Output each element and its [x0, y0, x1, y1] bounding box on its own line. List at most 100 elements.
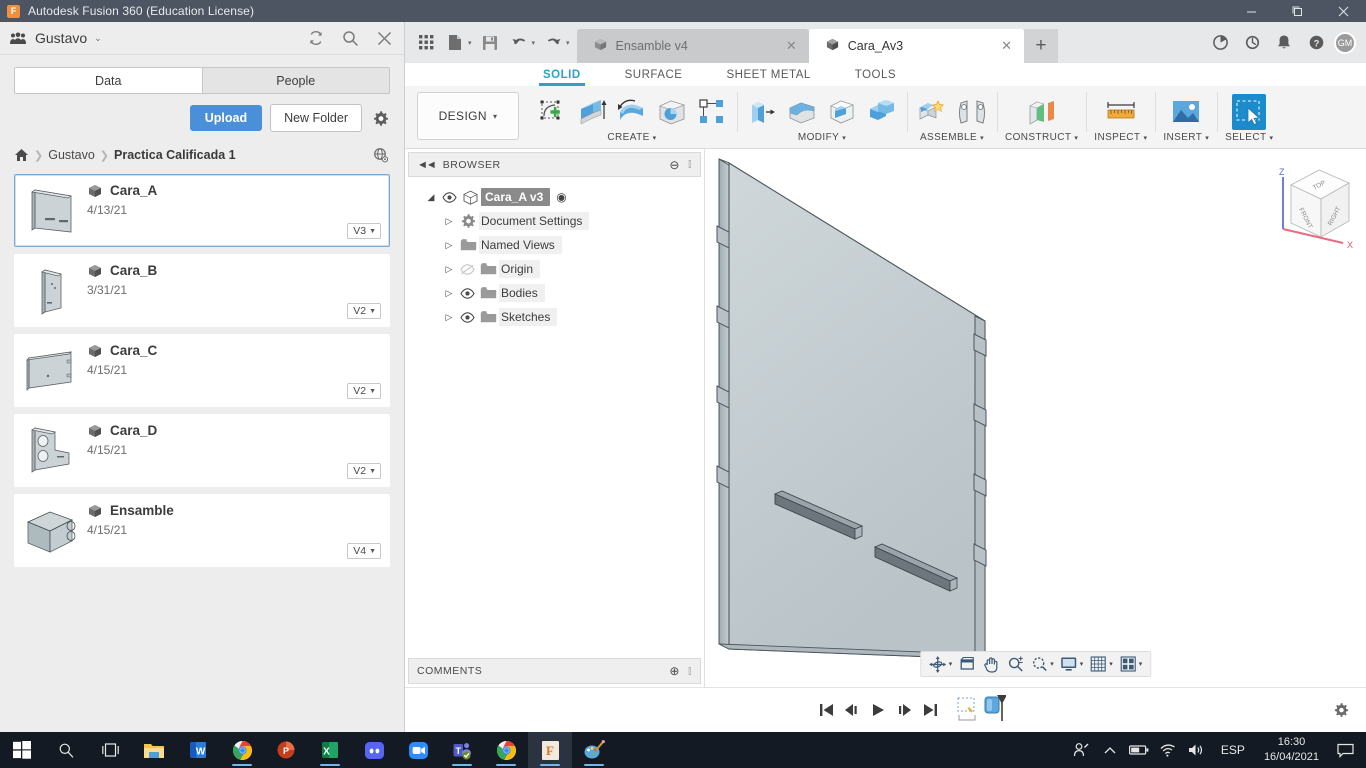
- fusion360-icon[interactable]: F: [528, 732, 572, 768]
- chrome2-icon[interactable]: [484, 732, 528, 768]
- chevron-down-icon[interactable]: ⌄: [94, 33, 102, 44]
- tree-node-sketches[interactable]: ▷ Sketches: [405, 305, 704, 329]
- panel-resize-grip[interactable]: ⫾: [688, 665, 692, 678]
- tab-solid[interactable]: SOLID: [521, 63, 603, 86]
- globe-icon[interactable]: [372, 146, 390, 164]
- visibility-icon[interactable]: [439, 191, 459, 203]
- list-item[interactable]: Cara_A 4/13/21 V3 ▼: [14, 174, 390, 247]
- expand-arrow-icon[interactable]: ◢: [423, 192, 439, 203]
- close-button[interactable]: [1320, 0, 1366, 22]
- notifications-icon[interactable]: [1330, 732, 1360, 768]
- chevron-down-icon[interactable]: ▾: [949, 660, 953, 668]
- upload-button[interactable]: Upload: [189, 105, 263, 131]
- breadcrumb-item-project[interactable]: Gustavo: [48, 148, 95, 162]
- home-icon[interactable]: [14, 148, 29, 162]
- expand-arrow-icon[interactable]: ▷: [441, 264, 457, 275]
- tree-node-origin[interactable]: ▷ Origin: [405, 257, 704, 281]
- close-icon[interactable]: ✕: [1001, 38, 1012, 54]
- display-mode-icon[interactable]: [1058, 653, 1080, 675]
- combine-icon[interactable]: [865, 94, 899, 130]
- gear-icon[interactable]: [1330, 699, 1352, 721]
- viewports-icon[interactable]: [1117, 653, 1139, 675]
- version-badge[interactable]: V4 ▼: [347, 543, 381, 559]
- chrome-icon[interactable]: [220, 732, 264, 768]
- search-icon[interactable]: [340, 28, 360, 48]
- shell-icon[interactable]: [825, 94, 859, 130]
- expand-arrow-icon[interactable]: ▷: [441, 240, 457, 251]
- visibility-icon[interactable]: [457, 311, 477, 323]
- task-view-icon[interactable]: [88, 732, 132, 768]
- go-to-start-icon[interactable]: [813, 697, 839, 723]
- orbit-icon[interactable]: [927, 653, 949, 675]
- redo-icon[interactable]: [540, 29, 567, 56]
- panel-resize-grip[interactable]: ⫾: [688, 158, 692, 171]
- activate-component-icon[interactable]: ◉: [556, 190, 566, 204]
- file-explorer-icon[interactable]: [132, 732, 176, 768]
- tab-sheet-metal[interactable]: SHEET METAL: [704, 63, 832, 86]
- zoom-icon[interactable]: [1004, 653, 1026, 675]
- hole-icon[interactable]: [655, 94, 689, 130]
- chevron-down-icon[interactable]: ▾: [1109, 660, 1113, 668]
- battery-icon[interactable]: [1126, 732, 1152, 768]
- account-name[interactable]: Gustavo: [35, 30, 87, 46]
- close-icon[interactable]: ✕: [786, 38, 797, 54]
- app-grid-icon[interactable]: [413, 29, 440, 56]
- job-status-icon[interactable]: [1206, 29, 1234, 57]
- sketch-feature-icon[interactable]: [955, 695, 981, 726]
- windows-start-icon[interactable]: [0, 732, 44, 768]
- chevron-down-icon[interactable]: ▾: [468, 39, 472, 47]
- tab-surface[interactable]: SURFACE: [603, 63, 705, 86]
- visibility-icon[interactable]: [457, 287, 477, 299]
- zoom-icon[interactable]: [396, 732, 440, 768]
- avatar[interactable]: GM: [1334, 31, 1356, 54]
- expand-arrow-icon[interactable]: ▷: [441, 312, 457, 323]
- version-badge[interactable]: V2 ▼: [347, 463, 381, 479]
- press-pull-icon[interactable]: [745, 94, 779, 130]
- 3d-canvas[interactable]: TOP FRONT RIGHT Z X ▾ ▾ ▾ ▾ ▾: [705, 149, 1366, 687]
- play-icon[interactable]: [865, 697, 891, 723]
- grid-snap-icon[interactable]: [1087, 653, 1109, 675]
- discord-icon[interactable]: [352, 732, 396, 768]
- tab-tools[interactable]: TOOLS: [833, 63, 918, 86]
- chevron-down-icon[interactable]: ▾: [1080, 660, 1084, 668]
- wifi-icon[interactable]: [1155, 732, 1181, 768]
- expand-arrow-icon[interactable]: ▷: [441, 216, 457, 227]
- breadcrumb-item-folder[interactable]: Practica Calificada 1: [114, 148, 236, 162]
- new-component-icon[interactable]: [915, 94, 949, 130]
- pan-hand-icon[interactable]: [980, 653, 1002, 675]
- refresh-icon[interactable]: [306, 28, 326, 48]
- select-window-icon[interactable]: [1232, 94, 1267, 130]
- save-icon[interactable]: [477, 29, 504, 56]
- zoom-window-icon[interactable]: [1028, 653, 1050, 675]
- tree-node-document-settings[interactable]: ▷ Document Settings: [405, 209, 704, 233]
- tab-data[interactable]: Data: [15, 68, 202, 93]
- document-tab-cara-a[interactable]: Cara_Av3 ✕: [808, 29, 1024, 63]
- gear-icon[interactable]: [370, 108, 390, 128]
- notifications-icon[interactable]: [1270, 29, 1298, 57]
- teams-icon[interactable]: T: [440, 732, 484, 768]
- offset-plane-icon[interactable]: [1025, 94, 1059, 130]
- pan-cube-icon[interactable]: [956, 653, 978, 675]
- recent-icon[interactable]: [1238, 29, 1266, 57]
- model-cara-a[interactable]: [705, 149, 1355, 669]
- help-icon[interactable]: ?: [1302, 29, 1330, 57]
- volume-icon[interactable]: [1184, 732, 1210, 768]
- chevron-down-icon[interactable]: ▾: [1139, 660, 1143, 668]
- minimize-button[interactable]: [1228, 0, 1274, 22]
- extrude-icon[interactable]: [575, 94, 609, 130]
- visibility-icon[interactable]: [457, 263, 477, 275]
- extrude-feature-icon[interactable]: [982, 694, 1007, 726]
- minus-circle-icon[interactable]: ⊖: [669, 158, 680, 172]
- joint-icon[interactable]: [955, 94, 989, 130]
- excel-icon[interactable]: X: [308, 732, 352, 768]
- document-tab-ensamble[interactable]: Ensamble v4 ✕: [576, 29, 809, 63]
- language-indicator[interactable]: ESP: [1213, 743, 1253, 757]
- version-badge[interactable]: V2 ▼: [347, 303, 381, 319]
- new-tab-button[interactable]: +: [1023, 29, 1058, 63]
- list-item[interactable]: Cara_D 4/15/21 V2 ▼: [14, 414, 390, 487]
- version-badge[interactable]: V2 ▼: [347, 383, 381, 399]
- tree-node-root[interactable]: ◢ Cara_A v3 ◉: [405, 185, 704, 209]
- word-icon[interactable]: W: [176, 732, 220, 768]
- list-item[interactable]: Ensamble 4/15/21 V4 ▼: [14, 494, 390, 567]
- comments-panel-header[interactable]: COMMENTS ⊕ ⫾: [408, 658, 701, 684]
